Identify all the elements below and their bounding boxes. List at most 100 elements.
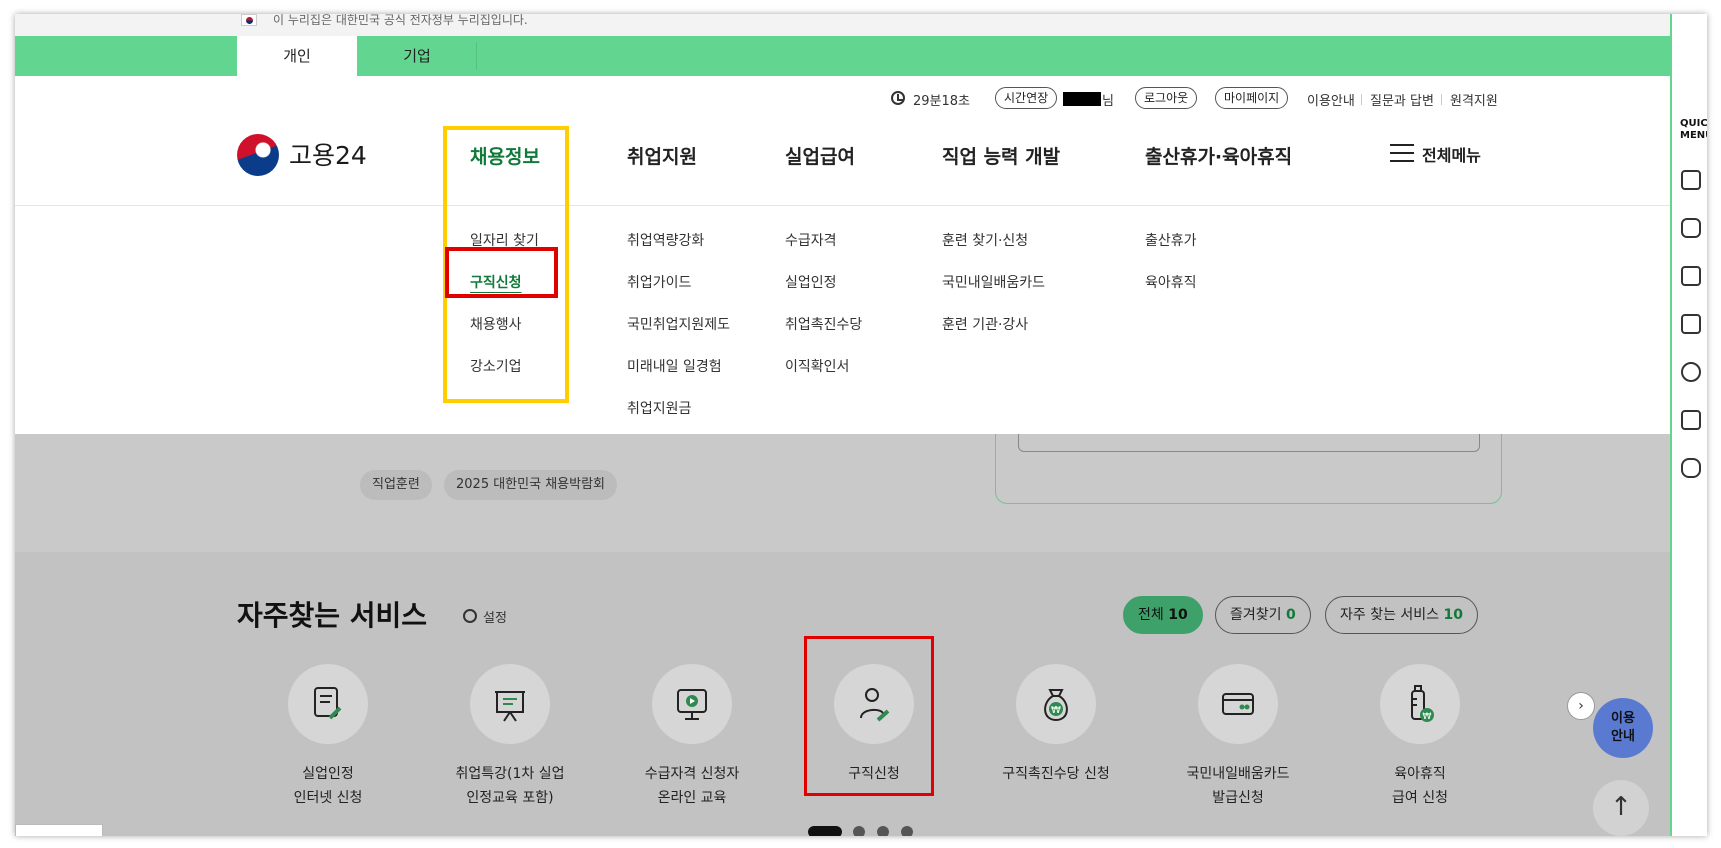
service-employment-lecture[interactable]: 취업특강(1차 실업인정교육 포함) [425,664,595,810]
filter-count: 0 [1285,607,1296,623]
service-label: 취업특강(1차 실업 [455,766,565,782]
chat-icon[interactable] [1681,218,1701,238]
scroll-top-button[interactable]: ↑ [1593,780,1649,836]
highlight-box-red [445,247,558,298]
session-timer: 29분18초 [913,94,971,109]
filter-all[interactable]: 전체 10 [1123,596,1203,634]
gear-icon[interactable] [463,609,477,623]
filter-label: 즐겨찾기 [1230,607,1282,623]
submenu-item[interactable]: 국민취업지원제도 [627,314,730,334]
service-unemployment-certification[interactable]: 실업인정인터넷 신청 [243,664,413,810]
mypage-button[interactable]: 마이페이지 [1215,87,1289,109]
hamburger-icon[interactable] [1390,144,1414,162]
presentation-board-icon [495,691,525,722]
filter-frequent[interactable]: 자주 찾는 서비스 10 [1325,596,1478,634]
nav-maternity-leave[interactable]: 출산휴가·육아휴직 [1145,142,1292,169]
submenu-item[interactable]: 취업역량강화 [627,230,704,250]
nav-unemployment-benefit[interactable]: 실업급여 [785,142,855,169]
submenu-item[interactable]: 출산휴가 [1145,230,1197,250]
quick-title-line: QUIC [1680,118,1707,129]
document-pen-icon [314,687,342,720]
carousel-dot[interactable] [901,826,913,836]
submenu-item[interactable]: 국민내일배움카드 [942,272,1045,292]
carousel-dot[interactable] [877,826,889,836]
service-label: 인정교육 포함) [466,790,554,806]
service-training-card[interactable]: 국민내일배움카드 발급신청 [1153,664,1323,810]
service-label: 국민내일배움카드 [1186,766,1290,782]
global-nav: 고용24 채용정보 취업지원 실업급여 직업 능력 개발 출산휴가·육아휴직 전… [15,122,1670,206]
svg-text:₩: ₩ [1423,712,1432,722]
carousel-dot[interactable] [853,826,865,836]
carousel-next-button[interactable]: › [1567,692,1595,720]
submenu-item[interactable]: 실업인정 [785,272,837,292]
guide-link[interactable]: 이용안내 [1307,90,1355,109]
submenu-item[interactable]: 취업가이드 [627,272,691,292]
help-label: 안내 [1611,729,1635,744]
highlight-box-red [804,636,934,796]
submenu-item[interactable]: 취업지원금 [627,398,691,418]
keyword-chip[interactable]: 직업훈련 [360,470,432,500]
utility-bar: 29분18초 시간연장 님 로그아웃 마이페이지 이용안내 질문과 답변 원격지… [15,84,1670,112]
submenu-item[interactable]: 미래내일 일경험 [627,356,722,376]
bottom-left-tab[interactable] [15,824,103,836]
service-online-education[interactable]: 수급자격 신청자 온라인 교육 [607,664,777,810]
qna-link[interactable]: 질문과 답변 [1370,90,1434,109]
service-label: 급여 신청 [1392,790,1448,806]
taegeuk-logo-icon[interactable] [237,134,279,176]
browser-frame: 이 누리집은 대한민국 공식 전자정부 누리집입니다. 개인 기업 29분18초… [15,14,1707,836]
clock-icon [891,91,905,105]
carousel-dot-active[interactable] [808,826,842,836]
money-bag-icon: ₩ [1044,689,1068,722]
service-label: 구직촉진수당 신청 [1002,766,1110,782]
gov-banner-text: 이 누리집은 대한민국 공식 전자정부 누리집입니다. [273,14,528,27]
service-icon-circle [1198,664,1278,744]
user-suffix: 님 [1102,94,1114,109]
search-box [995,434,1502,504]
search-input[interactable] [1018,434,1480,452]
keyword-chip[interactable]: 2025 대한민국 채용박람회 [444,470,617,500]
extend-time-button[interactable]: 시간연장 [995,87,1058,109]
tab-personal[interactable]: 개인 [237,36,357,76]
filter-favorites[interactable]: 즐겨찾기 0 [1215,596,1311,634]
quick-title-line: MENU [1680,130,1707,141]
service-parental-leave-benefit[interactable]: ₩ 육아휴직급여 신청 [1335,664,1505,810]
service-job-promotion-allowance[interactable]: ₩ 구직촉진수당 신청 [971,664,1141,786]
nav-job-training[interactable]: 직업 능력 개발 [942,142,1060,169]
smile-icon[interactable] [1681,362,1701,382]
logout-button[interactable]: 로그아웃 [1135,87,1198,109]
usage-guide-button[interactable]: 이용안내 [1593,698,1653,758]
remote-support-link[interactable]: 원격지원 [1450,90,1498,109]
checklist-icon[interactable] [1681,314,1701,334]
submenu-item[interactable]: 육아휴직 [1145,272,1197,292]
korea-flag-icon [241,14,257,26]
help-label: 이용 [1611,711,1635,726]
submenu-item[interactable]: 훈련 찾기·신청 [942,230,1028,250]
tab-company[interactable]: 기업 [357,36,477,76]
site-logo-text[interactable]: 고용24 [289,136,367,172]
submenu-item[interactable]: 훈련 기관·강사 [942,314,1028,334]
page: 이 누리집은 대한민국 공식 전자정부 누리집입니다. 개인 기업 29분18초… [15,14,1670,836]
user-type-tabs: 개인 기업 [15,36,1670,76]
all-menu-button[interactable]: 전체메뉴 [1422,142,1481,166]
quick-menu-title: QUICMENU [1680,118,1707,142]
section-title: 자주찾는 서비스 [237,599,428,632]
calculator-icon[interactable] [1681,410,1701,430]
card-icon [1222,693,1254,715]
service-label: 육아휴직 [1394,766,1446,782]
divider [1361,94,1362,105]
submenu-item[interactable]: 이직확인서 [785,356,849,376]
baby-bottle-icon: ₩ [1411,685,1434,722]
service-label: 인터넷 신청 [293,790,363,806]
monitor-icon[interactable] [1681,266,1701,286]
building-icon[interactable] [1681,170,1701,190]
settings-link[interactable]: 설정 [483,607,507,626]
nav-employment-support[interactable]: 취업지원 [627,142,697,169]
submenu-item[interactable]: 취업촉진수당 [785,314,862,334]
filter-count: 10 [1168,607,1188,623]
submenu-item[interactable]: 수급자격 [785,230,837,250]
coins-icon[interactable] [1681,458,1701,478]
service-icon-circle: ₩ [1380,664,1460,744]
service-icon-circle [288,664,368,744]
service-label: 실업인정 [302,766,354,782]
service-icon-circle: ₩ [1016,664,1096,744]
